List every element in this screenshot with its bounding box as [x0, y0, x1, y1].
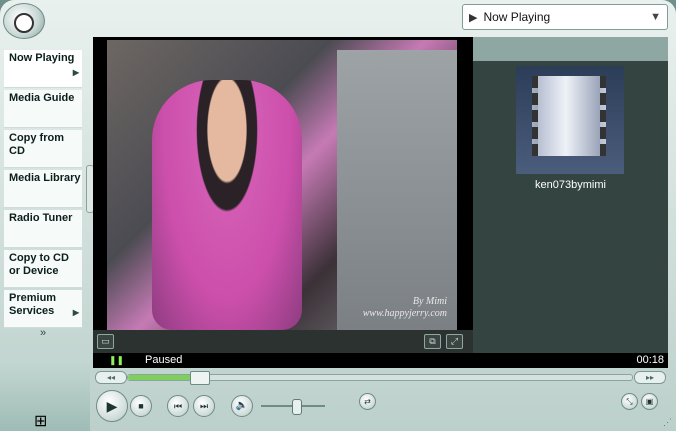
- playlist-pane-header: [473, 37, 668, 61]
- shuffle-button[interactable]: ⇄: [359, 393, 376, 410]
- play-button[interactable]: ▶: [96, 390, 128, 422]
- feature-taskbar: Now Playing ▶ Media Guide Copy from CD M…: [0, 45, 90, 431]
- volume-slider[interactable]: [261, 399, 325, 415]
- app-logo[interactable]: [3, 3, 45, 39]
- video-toolbar: ▭ ⧉ ⤢: [93, 330, 473, 353]
- next-button[interactable]: ⏭: [193, 395, 215, 417]
- tab-media-library[interactable]: Media Library: [4, 170, 82, 208]
- tab-label: Copy to CD or Device: [9, 252, 69, 277]
- previous-button[interactable]: ⏮: [167, 395, 189, 417]
- now-playing-icon: ▶: [469, 11, 478, 24]
- video-watermark: By Mimi www.happyjerry.com: [363, 296, 447, 320]
- seek-progress: [128, 375, 199, 380]
- media-player-window: ▶ Now Playing ▼ Now Playing ▶ Media Guid…: [0, 0, 676, 431]
- watermark-line: By Mimi: [412, 296, 447, 307]
- seek-track[interactable]: [127, 371, 633, 385]
- watermark-line: www.happyjerry.com: [362, 308, 447, 319]
- stop-button[interactable]: ■: [130, 395, 152, 417]
- tab-media-guide[interactable]: Media Guide: [4, 90, 82, 128]
- chevron-right-icon: ▶: [72, 308, 79, 317]
- enhancements-icon[interactable]: ⧉: [424, 334, 441, 349]
- tab-copy-to-cd[interactable]: Copy to CD or Device: [4, 250, 82, 288]
- tab-label: Media Guide: [9, 92, 75, 104]
- more-tabs-icon[interactable]: »: [40, 327, 46, 339]
- album-art: [516, 66, 624, 174]
- tab-copy-from-cd[interactable]: Copy from CD: [4, 130, 82, 168]
- playlist-item-title[interactable]: ken073bymimi: [473, 179, 668, 191]
- tab-premium-services[interactable]: Premium Services ▶: [4, 290, 82, 328]
- seek-thumb[interactable]: [189, 371, 210, 385]
- video-person: [152, 80, 302, 330]
- playlist-dropdown[interactable]: ▶ Now Playing ▼: [462, 4, 668, 30]
- tab-label: Copy from CD: [9, 132, 64, 157]
- fast-forward-icon[interactable]: ▸▸: [634, 371, 666, 384]
- mute-button[interactable]: 🔈: [231, 395, 253, 417]
- video-area[interactable]: By Mimi www.happyjerry.com ▭ ⧉ ⤢: [93, 37, 473, 353]
- playlist-dropdown-label: Now Playing: [483, 10, 551, 24]
- video-foreground-person: [337, 50, 457, 330]
- video-frame-image: By Mimi www.happyjerry.com: [107, 40, 457, 330]
- elapsed-time: 00:18: [636, 354, 664, 366]
- skin-mode-button[interactable]: ▣: [641, 393, 658, 410]
- volume-thumb[interactable]: [292, 399, 303, 415]
- tab-radio-tuner[interactable]: Radio Tuner: [4, 210, 82, 248]
- pause-icon: ❚❚: [109, 355, 125, 365]
- windows-logo-icon: ⊞: [34, 413, 48, 430]
- resize-grip-icon[interactable]: ⋰: [663, 417, 672, 428]
- full-screen-icon[interactable]: ⤢: [446, 334, 463, 349]
- tab-label: Radio Tuner: [9, 212, 73, 224]
- playback-status: Paused: [145, 354, 183, 366]
- tab-label: Now Playing: [9, 52, 75, 64]
- tab-label: Media Library: [9, 172, 81, 184]
- tab-label: Premium Services: [9, 292, 57, 317]
- status-bar: ❚❚ Paused 00:18: [93, 353, 668, 368]
- mini-mode-button[interactable]: ⤡: [621, 393, 638, 410]
- rewind-icon[interactable]: ◂◂: [95, 371, 127, 384]
- playlist-pane: ken073bymimi: [473, 37, 668, 353]
- view-toggle-icon[interactable]: ▭: [97, 334, 114, 349]
- film-strip-icon: [532, 76, 606, 156]
- chevron-down-icon: ▼: [650, 11, 661, 23]
- tab-now-playing[interactable]: Now Playing ▶: [4, 50, 82, 88]
- seek-bar[interactable]: ◂◂ ▸▸: [93, 370, 668, 385]
- playback-controls: ▶ ■ ⏮ ⏭ 🔈 ⇄ ⤡ ▣: [93, 388, 668, 423]
- chevron-right-icon: ▶: [72, 68, 79, 77]
